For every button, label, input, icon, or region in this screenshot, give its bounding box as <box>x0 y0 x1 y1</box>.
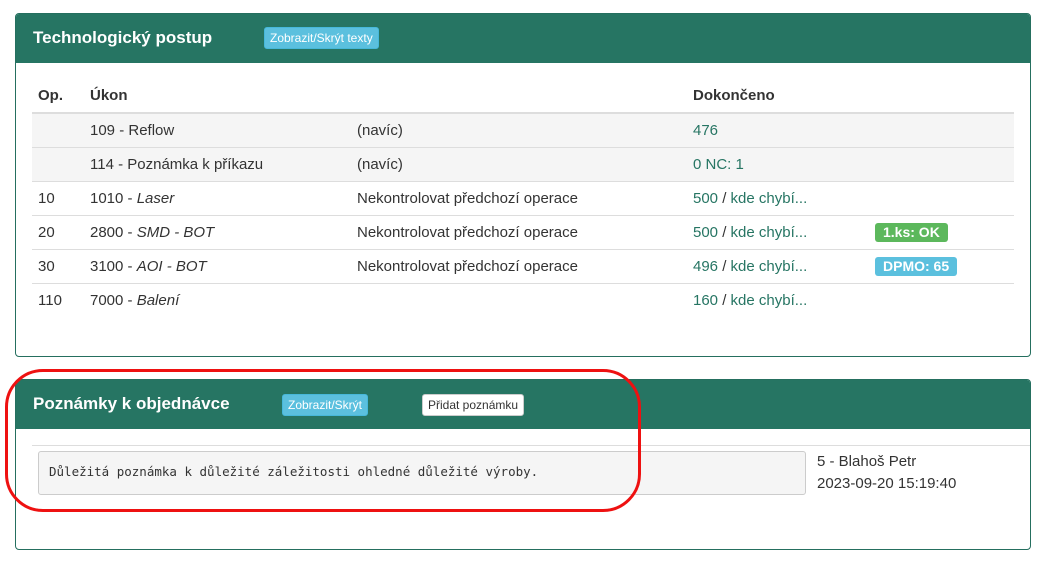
operation-name: Balení <box>136 291 180 309</box>
operation-done: 496 / kde chybí... <box>687 248 869 283</box>
operation-code: 1010 - <box>90 189 137 207</box>
order-notes-header: Poznámky k objednávce Zobrazit/Skrýt Při… <box>16 380 1030 429</box>
operation-done: 500 / kde chybí... <box>687 180 869 215</box>
operation-status <box>869 146 1014 181</box>
operation-task: 7000 - Balení <box>84 282 351 317</box>
operation-name: Poznámka k příkazu <box>127 155 264 173</box>
operation-done: 0 NC: 1 <box>687 146 869 181</box>
done-count-link[interactable]: 496 <box>693 258 718 275</box>
operation-row: 10 1010 - Laser Nekontrolovat předchozí op… <box>32 180 1014 215</box>
operation-done: 476 <box>687 112 869 147</box>
operation-row: 109 - Reflow (navíc) 476 <box>32 112 1014 147</box>
notes-divider <box>32 445 1030 446</box>
done-separator: / <box>718 223 731 241</box>
operation-done: 500 / kde chybí... <box>687 214 869 249</box>
operation-note: (navíc) <box>351 146 687 181</box>
note-author: 5 - Blahoš Petr <box>817 453 917 470</box>
column-header-status <box>869 78 1014 114</box>
operation-name: SMD - BOT <box>136 223 215 241</box>
note-meta: 5 - Blahoš Petr 2023-09-20 15:19:40 <box>817 451 956 495</box>
missing-link[interactable]: kde chybí... <box>731 190 808 207</box>
column-header-ukon: Úkon <box>84 78 351 114</box>
tech-process-header: Technologický postup Zobrazit/Skrýt text… <box>16 14 1030 63</box>
done-count-link[interactable]: 500 <box>693 224 718 241</box>
toggle-notes-button[interactable]: Zobrazit/Skrýt <box>282 394 369 416</box>
operation-code: 2800 - <box>90 223 137 241</box>
operation-task: 114 - Poznámka k příkazu <box>84 146 351 181</box>
status-badge: DPMO: 65 <box>875 256 958 276</box>
column-header-op: Op. <box>32 78 84 114</box>
operation-row: 20 2800 - SMD - BOT Nekontrolovat předchoz… <box>32 214 1014 249</box>
order-notes-title: Poznámky k objednávce <box>33 394 230 413</box>
operation-status <box>869 112 1014 147</box>
operation-code: 7000 - <box>90 291 137 309</box>
done-count-link[interactable]: 476 <box>693 122 718 139</box>
operation-note: Nekontrolovat předchozí operace <box>351 180 687 215</box>
operation-status: DPMO: 65 <box>869 248 1014 283</box>
operation-task: 2800 - SMD - BOT <box>84 214 351 249</box>
done-count-link[interactable]: 500 <box>693 190 718 207</box>
operation-code: 3100 - <box>90 257 137 275</box>
missing-link[interactable]: kde chybí... <box>731 258 808 275</box>
done-separator: / <box>718 291 731 309</box>
order-notes-panel: Poznámky k objednávce Zobrazit/Skrýt Při… <box>15 379 1031 550</box>
operation-name: Reflow <box>128 121 175 139</box>
operation-name: Laser <box>136 189 175 207</box>
operation-task: 1010 - Laser <box>84 180 351 215</box>
done-count-link[interactable]: 0 NC: 1 <box>693 156 744 173</box>
operation-name: AOI - BOT <box>136 257 207 275</box>
done-count-link[interactable]: 160 <box>693 292 718 309</box>
operation-number: 110 <box>32 282 84 317</box>
note-text: Důležitá poznámka k důležité záležitosti… <box>38 451 806 495</box>
done-separator: / <box>718 189 731 207</box>
operation-number: 20 <box>32 214 84 249</box>
operation-note: Nekontrolovat předchozí operace <box>351 248 687 283</box>
tech-process-title: Technologický postup <box>33 28 213 47</box>
operation-row: 114 - Poznámka k příkazu (navíc) 0 NC: 1 <box>32 146 1014 181</box>
operation-status <box>869 282 1014 317</box>
operation-row: 110 7000 - Balení 160 / kde chybí... <box>32 282 1014 317</box>
operation-number: 10 <box>32 180 84 215</box>
note-timestamp: 2023-09-20 15:19:40 <box>817 475 957 492</box>
operation-task: 109 - Reflow <box>84 112 351 147</box>
operation-code: 114 - <box>90 155 128 173</box>
missing-link[interactable]: kde chybí... <box>731 292 808 309</box>
add-note-button[interactable]: Přidat poznámku <box>422 394 525 416</box>
status-badge: 1.ks: OK <box>875 222 948 242</box>
toggle-texts-button[interactable]: Zobrazit/Skrýt texty <box>264 27 379 49</box>
operation-number <box>32 146 84 181</box>
tech-process-panel: Technologický postup Zobrazit/Skrýt text… <box>15 13 1031 357</box>
done-separator: / <box>718 257 731 275</box>
column-header-note <box>351 78 687 114</box>
operation-number <box>32 112 84 147</box>
operations-table: Op. Úkon Dokončeno 109 - Reflow (navíc) 47… <box>32 78 1014 317</box>
operations-header-row: Op. Úkon Dokončeno <box>32 78 1014 114</box>
operation-row: 30 3100 - AOI - BOT Nekontrolovat předchoz… <box>32 248 1014 283</box>
column-header-done: Dokončeno <box>687 78 869 114</box>
operation-note: Nekontrolovat předchozí operace <box>351 214 687 249</box>
operation-done: 160 / kde chybí... <box>687 282 869 317</box>
operation-task: 3100 - AOI - BOT <box>84 248 351 283</box>
operation-status <box>869 180 1014 215</box>
operation-note: (navíc) <box>351 112 687 147</box>
operation-status: 1.ks: OK <box>869 214 1014 249</box>
operation-note <box>351 282 687 317</box>
operation-code: 109 - <box>90 121 129 139</box>
missing-link[interactable]: kde chybí... <box>731 224 808 241</box>
operation-number: 30 <box>32 248 84 283</box>
